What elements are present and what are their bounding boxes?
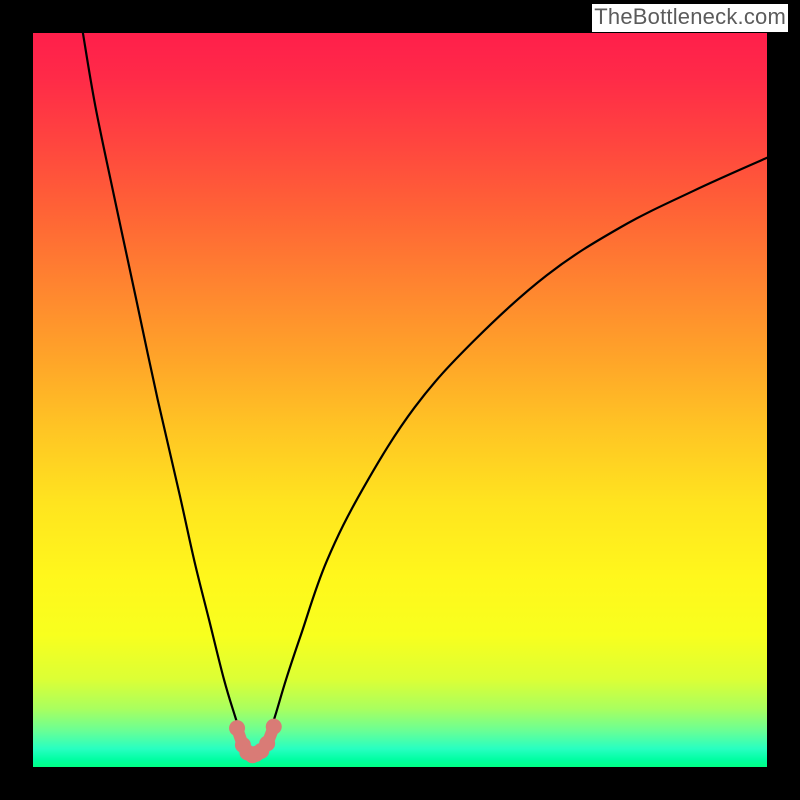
highlight-dot — [266, 719, 282, 735]
bottleneck-curve-line — [83, 33, 767, 754]
plot-area — [33, 33, 767, 767]
highlight-dot — [229, 720, 245, 736]
highlight-dots-group — [229, 719, 282, 764]
watermark-label: TheBottleneck.com — [592, 4, 788, 32]
highlight-dot — [259, 736, 275, 752]
chart-svg — [33, 33, 767, 767]
chart-stage: TheBottleneck.com — [0, 0, 800, 800]
